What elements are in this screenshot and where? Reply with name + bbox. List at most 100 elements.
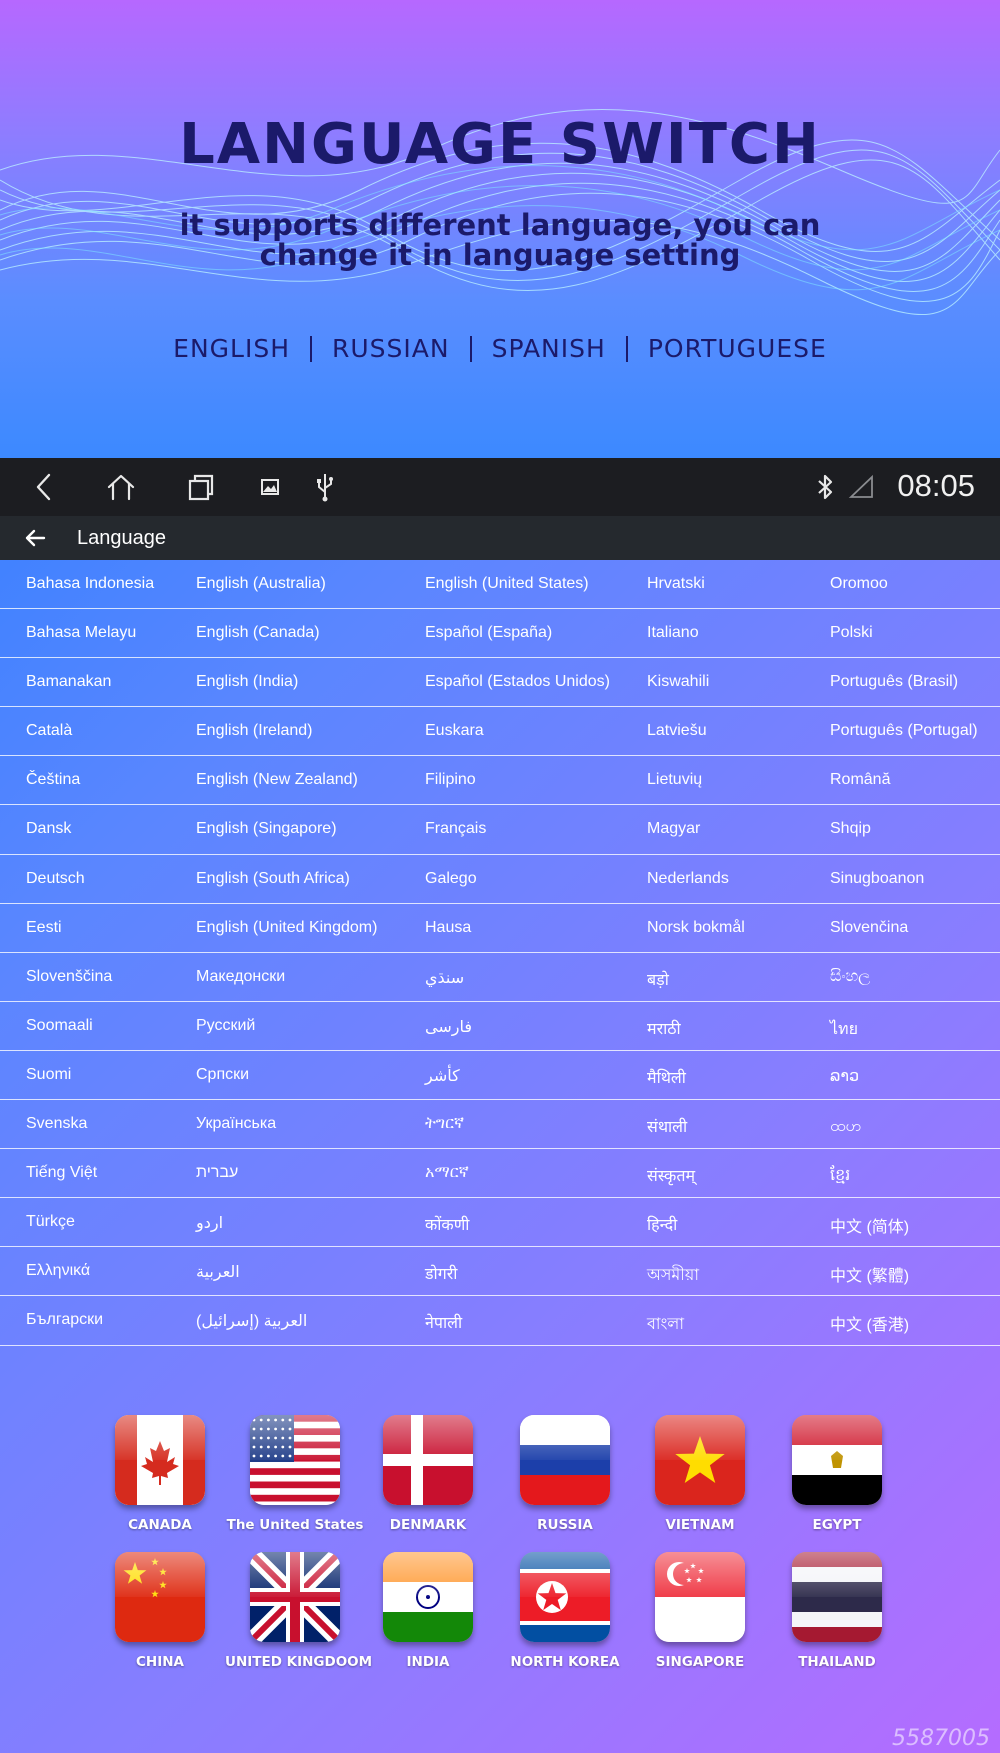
language-option[interactable]: 中文 (香港): [830, 1311, 909, 1335]
gallery-icon[interactable]: [255, 472, 285, 502]
language-option[interactable]: संस्कृतम्: [647, 1164, 695, 1186]
language-option[interactable]: English (United Kingdom): [196, 919, 377, 937]
flag-label: The United States: [226, 1517, 364, 1533]
language-option[interactable]: English (Canada): [196, 624, 320, 642]
home-icon[interactable]: [106, 472, 136, 502]
language-option[interactable]: Slovenščina: [26, 968, 112, 986]
language-option[interactable]: Lietuvių: [647, 771, 702, 789]
language-option[interactable]: Filipino: [425, 771, 476, 789]
china-flag-icon: [115, 1552, 205, 1642]
language-option[interactable]: नेपाली: [425, 1311, 462, 1333]
language-option[interactable]: Latviešu: [647, 722, 707, 740]
language-option[interactable]: Magyar: [647, 820, 700, 838]
language-option[interactable]: کأشر: [425, 1066, 460, 1086]
language-option[interactable]: Română: [830, 771, 890, 789]
language-option[interactable]: Čeština: [26, 771, 80, 789]
language-option[interactable]: English (South Africa): [196, 870, 350, 888]
flag-item: CANADA: [90, 1415, 230, 1533]
language-option[interactable]: English (Ireland): [196, 722, 313, 740]
language-option[interactable]: Sinugboanon: [830, 870, 924, 888]
language-option[interactable]: Norsk bokmål: [647, 919, 745, 937]
language-option[interactable]: Bamanakan: [26, 673, 111, 691]
singapore-flag-icon: [655, 1552, 745, 1642]
back-arrow-icon[interactable]: [22, 525, 48, 551]
language-option[interactable]: हिन्दी: [647, 1213, 677, 1235]
language-option[interactable]: English (Singapore): [196, 820, 337, 838]
language-option[interactable]: Soomaali: [26, 1017, 93, 1035]
language-option[interactable]: Português (Portugal): [830, 722, 978, 740]
language-option[interactable]: संथाली: [647, 1115, 687, 1137]
language-option[interactable]: ထဟ: [830, 1115, 861, 1139]
language-option[interactable]: Bahasa Melayu: [26, 624, 136, 642]
language-row: Bamanakan English (India) Español (Estados…: [0, 658, 1000, 708]
language-option[interactable]: Español (España): [425, 624, 552, 642]
language-option[interactable]: Hausa: [425, 919, 471, 937]
language-option[interactable]: Français: [425, 820, 486, 838]
language-option[interactable]: ไทย: [830, 1017, 858, 1042]
language-option[interactable]: Shqip: [830, 820, 871, 838]
language-option[interactable]: Nederlands: [647, 870, 729, 888]
back-icon[interactable]: [30, 472, 60, 502]
language-option[interactable]: ខ្មែរ: [830, 1164, 850, 1188]
language-option[interactable]: Tiếng Việt: [26, 1164, 97, 1182]
recent-apps-icon[interactable]: [186, 472, 216, 502]
language-option[interactable]: العربية (إسرائيل): [196, 1311, 307, 1331]
uk-flag-icon: [250, 1552, 340, 1642]
system-status-bar: 08:05: [0, 458, 1000, 516]
language-option[interactable]: English (Australia): [196, 575, 326, 593]
language-row: Tiếng Việt עברית አማርኛ संस्कृतम् ខ្មែរ: [0, 1149, 1000, 1199]
language-option[interactable]: Galego: [425, 870, 477, 888]
language-option[interactable]: Українська: [196, 1115, 276, 1133]
language-option[interactable]: कोंकणी: [425, 1213, 469, 1235]
language-option[interactable]: Deutsch: [26, 870, 85, 888]
language-option[interactable]: العربية: [196, 1262, 240, 1282]
language-option[interactable]: डोगरी: [425, 1262, 457, 1284]
language-option[interactable]: فارسی: [425, 1017, 472, 1037]
language-option[interactable]: Ελληνικά: [26, 1262, 90, 1280]
language-option[interactable]: Català: [26, 722, 72, 740]
language-option[interactable]: 中文 (繁體): [830, 1262, 909, 1286]
language-option[interactable]: Türkçe: [26, 1213, 75, 1231]
language-option[interactable]: English (India): [196, 673, 298, 691]
language-option[interactable]: Español (Estados Unidos): [425, 673, 610, 691]
language-option[interactable]: Slovenčina: [830, 919, 908, 937]
featured-language: ENGLISH: [173, 334, 291, 363]
language-option[interactable]: Hrvatski: [647, 575, 705, 593]
language-option[interactable]: ລາວ: [830, 1066, 859, 1086]
language-option[interactable]: Dansk: [26, 820, 71, 838]
flag-label: SINGAPORE: [655, 1654, 745, 1670]
language-option[interactable]: বাংলা: [647, 1311, 684, 1338]
language-option[interactable]: Oromoo: [830, 575, 888, 593]
language-option[interactable]: Euskara: [425, 722, 484, 740]
language-option[interactable]: Русский: [196, 1017, 255, 1035]
language-option[interactable]: Svenska: [26, 1115, 87, 1133]
language-option[interactable]: बड़ो: [647, 968, 669, 990]
flag-item: UNITED KINGDOOM: [225, 1552, 372, 1670]
language-option[interactable]: Polski: [830, 624, 873, 642]
language-option[interactable]: Português (Brasil): [830, 673, 958, 691]
language-row: Eesti English (United Kingdom) Hausa Norsk …: [0, 904, 1000, 953]
hero-banner: LANGUAGE SWITCH it supports different la…: [0, 0, 1000, 458]
language-option[interactable]: සිංහල: [830, 968, 870, 986]
language-option[interactable]: Kiswahili: [647, 673, 709, 691]
featured-languages: ENGLISH RUSSIAN SPANISH PORTUGUESE: [0, 334, 1000, 363]
language-option[interactable]: አማርኛ: [425, 1164, 469, 1182]
language-option[interactable]: Македонски: [196, 968, 285, 986]
language-option[interactable]: English (New Zealand): [196, 771, 358, 789]
language-option[interactable]: অসমীয়া: [647, 1262, 699, 1289]
language-option[interactable]: मैथिली: [647, 1066, 686, 1088]
language-option[interactable]: ትግርኛ: [425, 1115, 464, 1133]
language-option[interactable]: Български: [26, 1311, 103, 1329]
language-option[interactable]: עברית: [196, 1164, 238, 1182]
language-option[interactable]: मराठी: [647, 1017, 681, 1039]
language-option[interactable]: Bahasa Indonesia: [26, 575, 154, 593]
language-option[interactable]: Italiano: [647, 624, 699, 642]
language-option[interactable]: 中文 (简体): [830, 1213, 909, 1237]
language-option[interactable]: Suomi: [26, 1066, 71, 1084]
language-option[interactable]: سنڌي: [425, 968, 464, 988]
language-option[interactable]: اردو: [196, 1213, 223, 1233]
language-option[interactable]: English (United States): [425, 575, 589, 593]
language-option[interactable]: Eesti: [26, 919, 62, 937]
language-option[interactable]: Српски: [196, 1066, 249, 1084]
russia-flag-icon: [520, 1415, 610, 1505]
